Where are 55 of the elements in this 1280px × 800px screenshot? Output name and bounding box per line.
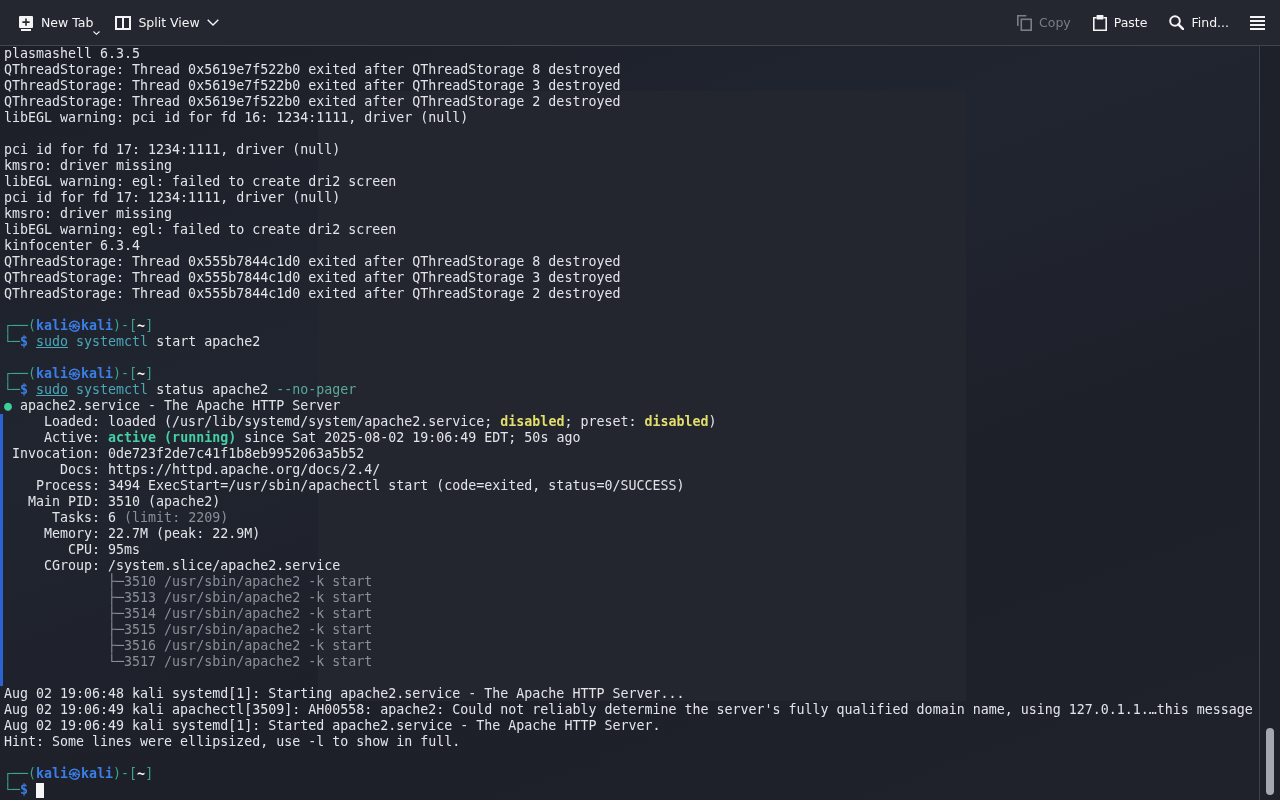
terminal-line: pci id for fd 17: 1234:1111, driver (null)	[4, 190, 341, 206]
terminal-line: libEGL warning: pci id for fd 16: 1234:1111, driver (null)	[4, 110, 469, 126]
terminal-line: └─$ sudo systemctl start apache2	[4, 334, 261, 350]
terminal-line: Loaded: loaded (/usr/lib/systemd/system/apache2.service; disabled; preset: disabled)	[43, 414, 717, 430]
terminal-line: ┌──(kali㉿kali)-[~]	[4, 766, 154, 782]
split-view-button[interactable]: Split View	[107, 7, 227, 38]
terminal-line: Memory: 22.7M (peak: 22.9M)	[43, 526, 261, 542]
terminal-view[interactable]	[0, 46, 1259, 800]
terminal-line: Aug 02 19:06:49 kali systemd[1]: Started apache2.service - The Apache HTTP Server.	[4, 718, 661, 734]
terminal-line: Main PID: 3510 (apache2)	[27, 494, 221, 510]
terminal-line: libEGL warning: egl: failed to create dri2 screen	[4, 174, 397, 190]
text-cursor-icon	[36, 782, 45, 798]
terminal-line: Aug 02 19:06:48 kali systemd[1]: Starting apache2.service - The Apache HTTP Server...	[4, 686, 685, 702]
terminal-line: QThreadStorage: Thread 0x555b7844c1d0 exited after QThreadStorage 2 destroyed	[4, 286, 621, 302]
clipboard-icon	[1092, 14, 1107, 31]
terminal-line: ├─3516 /usr/sbin/apache2 -k start	[107, 638, 373, 653]
terminal-line: ┌──(kali㉿kali)-[~]	[4, 318, 154, 334]
terminal-line: pci id for fd 17: 1234:1111, driver (null)	[4, 142, 341, 158]
terminal-line: QThreadStorage: Thread 0x555b7844c1d0 exited after QThreadStorage 3 destroyed	[4, 270, 621, 286]
terminal-line: Invocation: 0de723f2de7c41f1b8eb9952063a5b52	[11, 446, 365, 462]
new-tab-icon	[18, 14, 34, 31]
terminal-line: └─3517 /usr/sbin/apache2 -k start	[107, 654, 373, 670]
new-tab-button[interactable]: New Tab	[10, 7, 102, 38]
terminal-line: ● apache2.service - The Apache HTTP Server	[4, 398, 341, 414]
terminal-line: QThreadStorage: Thread 0x5619e7f522b0 exited after QThreadStorage 8 destroyed	[4, 62, 621, 78]
terminal-line: kinfocenter 6.3.4	[4, 238, 141, 254]
terminal-line: CPU: 95ms	[67, 542, 141, 558]
terminal-line: QThreadStorage: Thread 0x5619e7f522b0 exited after QThreadStorage 3 destroyed	[4, 78, 621, 94]
terminal-line: └─$ sudo systemctl status apache2 --no-pager	[4, 382, 357, 398]
terminal-line: Tasks: 6 (limit: 2209)	[51, 510, 229, 526]
paste-button[interactable]: Paste	[1084, 7, 1156, 38]
terminal-line: Active: active (running) since Sat 2025-08-02 19:06:49 EDT; 50s ago	[43, 430, 581, 446]
terminal-line: Hint: Some lines were ellipsized, use -l to show in full.	[4, 734, 461, 750]
terminal-line: plasmashell 6.3.5	[4, 46, 141, 62]
prompt-line: └─$	[4, 782, 29, 798]
terminal-line: QThreadStorage: Thread 0x5619e7f522b0 exited after QThreadStorage 2 destroyed	[4, 94, 621, 110]
terminal-line: ├─3510 /usr/sbin/apache2 -k start	[107, 574, 373, 589]
terminal-line: kmsro: driver missing	[4, 158, 173, 174]
find-button[interactable]: Find...	[1161, 7, 1237, 38]
terminal-line: Aug 02 19:06:49 kali apachectl[3509]: AH00558: apache2: Could not reliably determine the server's fully qualified domain name, using 127.0.1.1.…this message	[4, 702, 1253, 718]
scrollbar-thumb[interactable]	[1266, 728, 1274, 795]
terminal-line: Process: 3494 ExecStart=/usr/sbin/apachectl start (code=exited, status=0/SUCCESS)	[35, 478, 685, 494]
terminal-line: QThreadStorage: Thread 0x555b7844c1d0 exited after QThreadStorage 8 destroyed	[4, 254, 621, 270]
terminal-line: ├─3514 /usr/sbin/apache2 -k start	[107, 606, 373, 621]
search-icon	[1169, 15, 1185, 30]
terminal-line: kmsro: driver missing	[4, 206, 173, 222]
terminal-line: ├─3515 /usr/sbin/apache2 -k start	[107, 622, 373, 637]
split-view-icon	[115, 14, 132, 31]
terminal-line: ├─3513 /usr/sbin/apache2 -k start	[107, 590, 373, 605]
terminal-line: libEGL warning: egl: failed to create dri2 screen	[4, 222, 397, 238]
terminal-line: Docs: https://httpd.apache.org/docs/2.4/	[59, 462, 381, 478]
copy-icon	[1017, 14, 1032, 31]
terminal-line: CGroup: /system.slice/apache2.service	[43, 558, 341, 574]
terminal-line: ┌──(kali㉿kali)-[~]	[4, 366, 154, 382]
menu-icon	[1249, 15, 1265, 30]
